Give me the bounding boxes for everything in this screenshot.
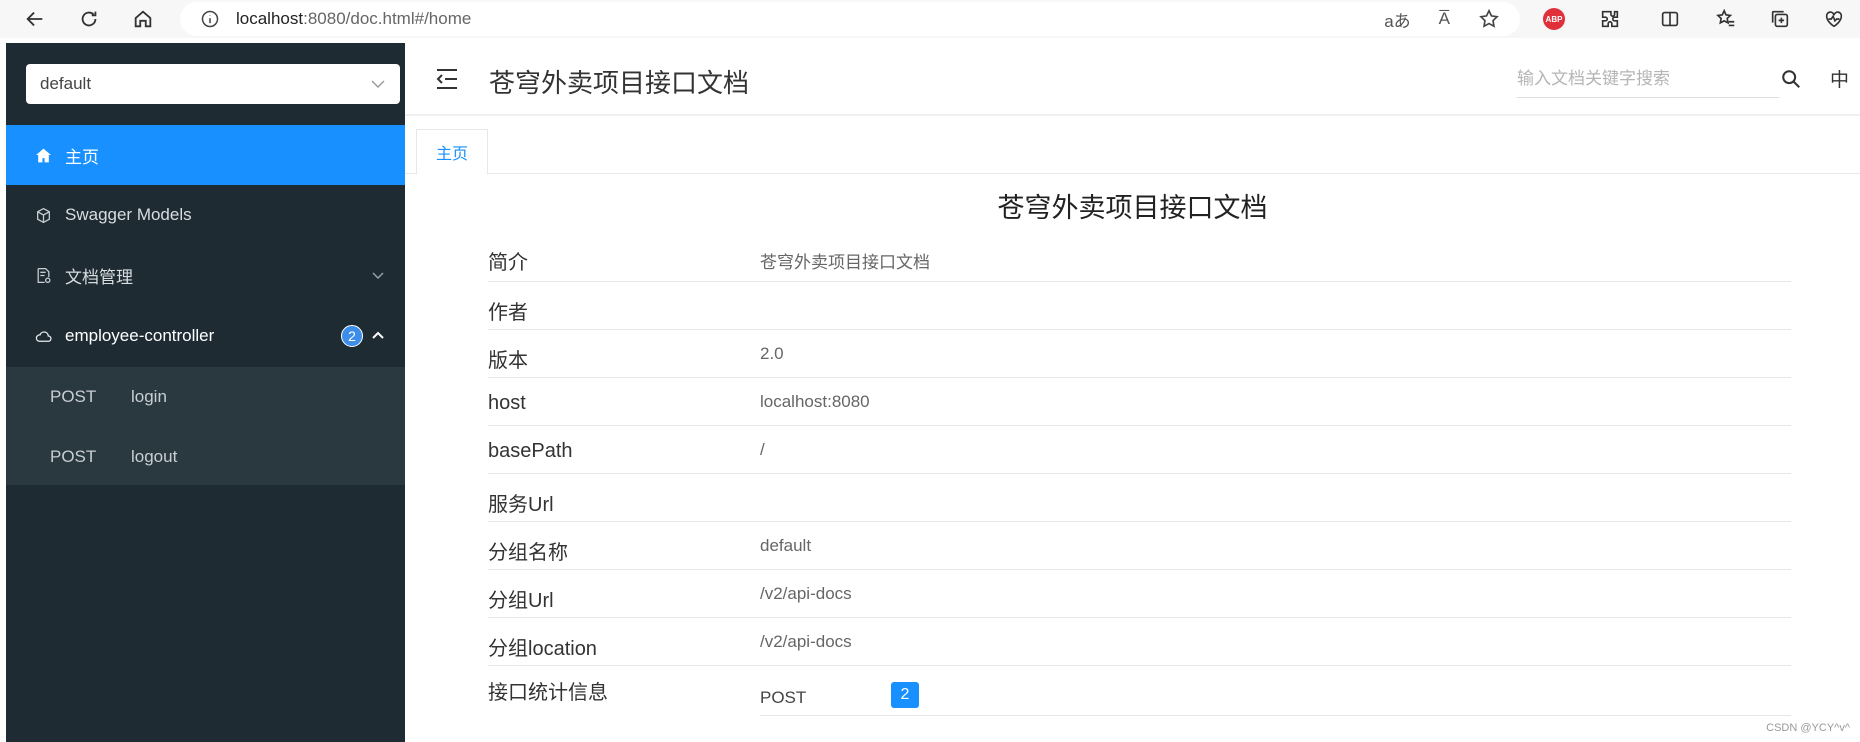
cube-icon — [34, 206, 52, 224]
chevron-down-icon — [371, 80, 385, 88]
house-icon — [134, 10, 152, 28]
http-method: POST — [50, 387, 97, 406]
info-row: 版本 2.0 — [488, 330, 1791, 378]
header: 苍穹外卖项目接口文档 中 — [405, 43, 1860, 116]
heart-pulse-icon — [1825, 11, 1843, 28]
method-count-badge: 2 — [891, 682, 919, 708]
search-icon[interactable] — [1780, 68, 1802, 90]
info-row: 分组Url /v2/api-docs — [488, 570, 1791, 618]
info-value: /v2/api-docs — [760, 584, 852, 603]
split-screen-icon — [1661, 11, 1679, 27]
favorites-button[interactable] — [1706, 0, 1746, 38]
info-key: 作者 — [488, 302, 528, 324]
method-stat: POST 2 — [760, 676, 1791, 716]
info-row: 作者 — [488, 282, 1791, 330]
doc-title: 苍穹外卖项目接口文档 — [997, 193, 1268, 223]
info-value: 2.0 — [760, 344, 784, 363]
sidebar-item-label: employee-controller — [65, 326, 215, 345]
url-text: localhost:8080/doc.html#/home — [236, 9, 471, 29]
browser-toolbar: localhost:8080/doc.html#/home aあ A̅ ABP — [0, 0, 1860, 38]
cloud-icon — [34, 327, 52, 345]
text-size-button[interactable]: A̅ — [1439, 9, 1450, 29]
health-button[interactable] — [1814, 0, 1854, 38]
info-row: 分组location /v2/api-docs — [488, 618, 1791, 666]
info-value: default — [760, 536, 812, 555]
language-switch[interactable]: 中 — [1830, 65, 1849, 92]
read-aloud-button[interactable]: aあ — [1384, 7, 1410, 32]
sidebar-item-employee-controller[interactable]: employee-controller 2 — [6, 306, 405, 366]
watermark: CSDN @YCY^v^ — [1766, 722, 1850, 734]
info-value: localhost:8080 — [760, 392, 870, 411]
info-table: 简介 苍穹外卖项目接口文档 作者 版本 2.0 host localhost:8… — [488, 234, 1791, 716]
url-path: :8080/doc.html#/home — [303, 9, 472, 28]
info-row: basePath / — [488, 426, 1791, 474]
info-key: 接口统计信息 — [488, 682, 608, 704]
split-screen-button[interactable] — [1650, 0, 1690, 38]
refresh-icon — [81, 11, 97, 27]
endpoint-path: logout — [131, 447, 178, 466]
group-select[interactable]: default — [26, 64, 400, 104]
abp-icon: ABP — [1543, 8, 1565, 30]
info-key: host — [488, 392, 526, 414]
collections-button[interactable] — [1760, 0, 1800, 38]
info-key: basePath — [488, 440, 573, 462]
endpoint-item-logout[interactable]: POST logout — [6, 427, 405, 487]
info-value: 苍穹外卖项目接口文档 — [760, 253, 930, 272]
info-key: 分组名称 — [488, 542, 568, 564]
tab-bar: 主页 — [405, 118, 1860, 175]
endpoint-list: POST login POST logout — [6, 367, 405, 485]
sidebar-item-label: Swagger Models — [65, 205, 192, 224]
puzzle-icon — [1601, 10, 1619, 28]
sidebar-item-label: 主页 — [65, 147, 99, 167]
info-key: 版本 — [488, 350, 528, 372]
sidebar-item-label: 文档管理 — [65, 267, 133, 287]
refresh-button[interactable] — [62, 0, 116, 38]
info-row-stats: 接口统计信息 POST 2 — [488, 666, 1791, 716]
sidebar-item-swagger-models[interactable]: Swagger Models — [6, 185, 405, 245]
http-method: POST — [760, 688, 807, 707]
sidebar: default 主页 Swagger Models 文档管理 employee-… — [6, 43, 405, 742]
info-row: 服务Url — [488, 474, 1791, 522]
collections-icon — [1771, 10, 1789, 28]
home-icon — [34, 146, 52, 164]
info-row: 分组名称 default — [488, 522, 1791, 570]
info-key: 分组Url — [488, 590, 554, 612]
sidebar-item-home[interactable]: 主页 — [6, 125, 405, 185]
tab-home[interactable]: 主页 — [416, 129, 488, 175]
group-select-value: default — [40, 74, 92, 93]
document-settings-icon — [34, 266, 52, 284]
extensions-button[interactable] — [1590, 0, 1630, 38]
page-title: 苍穹外卖项目接口文档 — [489, 68, 750, 98]
info-key: 简介 — [488, 252, 528, 274]
search-input[interactable] — [1517, 60, 1779, 98]
address-bar[interactable]: localhost:8080/doc.html#/home aあ A̅ — [180, 2, 1520, 36]
info-row: 简介 苍穹外卖项目接口文档 — [488, 234, 1791, 282]
info-row: host localhost:8080 — [488, 378, 1791, 426]
chevron-up-icon — [372, 331, 384, 339]
endpoint-path: login — [131, 387, 167, 406]
back-button[interactable] — [8, 0, 62, 38]
info-key: 分组location — [488, 638, 597, 660]
favorites-icon — [1716, 8, 1735, 27]
sidebar-item-doc-management[interactable]: 文档管理 — [6, 245, 405, 305]
info-value: /v2/api-docs — [760, 632, 852, 651]
star-icon[interactable] — [1478, 8, 1500, 30]
info-icon[interactable] — [200, 9, 220, 29]
arrow-left-icon — [26, 11, 43, 27]
adblock-extension[interactable]: ABP — [1534, 0, 1574, 38]
address-actions: aあ A̅ — [1384, 2, 1500, 36]
info-key: 服务Url — [488, 494, 554, 516]
home-button[interactable] — [116, 0, 170, 38]
endpoint-item-login[interactable]: POST login — [6, 367, 405, 427]
info-value: / — [760, 440, 765, 459]
chevron-down-icon — [372, 272, 384, 279]
http-method: POST — [50, 447, 97, 466]
url-host: localhost — [236, 9, 304, 28]
endpoint-count-badge: 2 — [341, 325, 363, 347]
menu-collapse-icon[interactable] — [435, 68, 459, 90]
